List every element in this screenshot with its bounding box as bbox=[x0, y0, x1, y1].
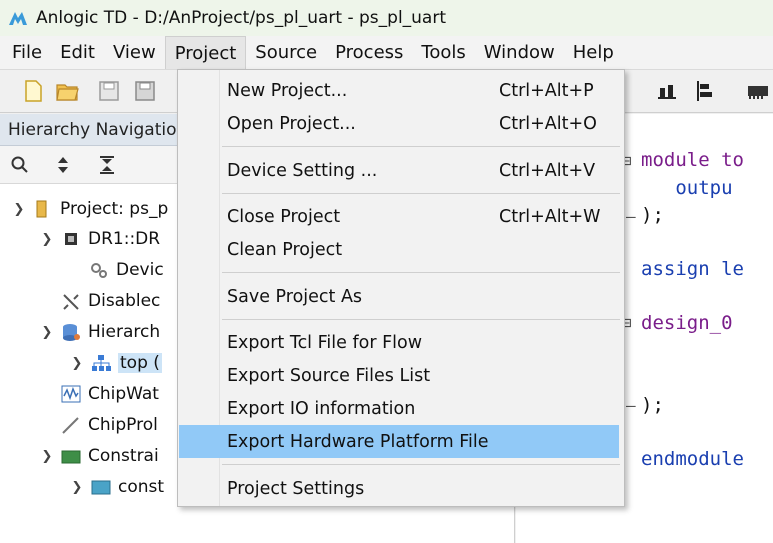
chevron-down-icon[interactable]: ❯ bbox=[40, 449, 54, 464]
chevron-down-icon[interactable]: ❯ bbox=[40, 325, 54, 340]
menu-help[interactable]: Help bbox=[564, 36, 623, 69]
code-line: assign le bbox=[641, 258, 744, 280]
code-line: ); bbox=[641, 204, 664, 226]
tree-item-chipprobe[interactable]: ChipProl bbox=[54, 410, 158, 440]
menu-item-export-hardware-platform[interactable]: Export Hardware Platform File bbox=[179, 425, 619, 458]
tree-item-constraint-file[interactable]: ❯ const bbox=[70, 472, 165, 502]
menu-item-export-io[interactable]: Export IO information bbox=[178, 392, 624, 425]
menu-project[interactable]: Project bbox=[164, 36, 247, 69]
code-line: endmodule bbox=[641, 448, 744, 470]
disabled-icon bbox=[63, 294, 79, 310]
menu-window[interactable]: Window bbox=[475, 36, 564, 69]
menu-separator bbox=[222, 464, 620, 465]
align-left-icon[interactable] bbox=[692, 78, 718, 104]
title-bar: Anlogic TD - D:/AnProject/ps_pl_uart - p… bbox=[0, 0, 773, 36]
menu-item-new-project[interactable]: New Project... Ctrl+Alt+P bbox=[178, 74, 624, 107]
tree-item-device[interactable]: ❯ DR1::DR bbox=[40, 224, 161, 254]
fold-end-marker: – bbox=[626, 396, 636, 415]
save-icon[interactable] bbox=[96, 78, 122, 104]
menu-separator bbox=[222, 146, 620, 147]
app-logo-icon bbox=[9, 12, 27, 25]
menu-bar: File Edit View Project Source Process To… bbox=[0, 36, 773, 69]
tree-item-hierarchy[interactable]: ❯ Hierarch bbox=[40, 317, 161, 347]
tree-item-chipwatcher[interactable]: ChipWat bbox=[54, 379, 159, 409]
menu-tools[interactable]: Tools bbox=[412, 36, 474, 69]
chip-icon bbox=[65, 233, 77, 245]
menu-file[interactable]: File bbox=[0, 36, 51, 69]
code-line: module to bbox=[641, 149, 744, 171]
menu-item-save-project-as[interactable]: Save Project As bbox=[178, 280, 624, 313]
chevron-down-icon[interactable]: ❯ bbox=[12, 202, 26, 217]
menu-item-export-source-files[interactable]: Export Source Files List bbox=[178, 359, 624, 392]
menu-item-device-setting[interactable]: Device Setting ... Ctrl+Alt+V bbox=[178, 154, 624, 187]
code-line: outpu bbox=[641, 177, 733, 199]
folder-icon bbox=[91, 480, 111, 495]
menu-edit[interactable]: Edit bbox=[51, 36, 104, 69]
menu-separator bbox=[222, 272, 620, 273]
collapse-all-icon[interactable] bbox=[97, 155, 117, 175]
chevron-right-icon[interactable]: ❯ bbox=[70, 480, 84, 495]
constraints-folder-icon bbox=[61, 450, 81, 464]
chevron-right-icon[interactable]: ❯ bbox=[70, 356, 84, 371]
menu-item-export-tcl[interactable]: Export Tcl File for Flow bbox=[178, 326, 624, 359]
menu-separator bbox=[222, 193, 620, 194]
app-window: Anlogic TD - D:/AnProject/ps_pl_uart - p… bbox=[0, 0, 773, 543]
tree-item-constraints[interactable]: ❯ Constrai bbox=[40, 441, 159, 471]
chevron-down-icon[interactable]: ❯ bbox=[40, 232, 54, 247]
fold-end-marker: – bbox=[626, 207, 636, 226]
open-folder-icon[interactable] bbox=[54, 78, 80, 104]
tree-item-device-setting[interactable]: Devic bbox=[82, 255, 164, 285]
expand-collapse-icon[interactable] bbox=[53, 155, 73, 175]
search-icon[interactable] bbox=[10, 155, 30, 175]
save-all-icon[interactable] bbox=[132, 78, 158, 104]
tree-item-project[interactable]: ❯ Project: ps_p bbox=[12, 194, 169, 224]
menu-view[interactable]: View bbox=[104, 36, 165, 69]
tree-item-top[interactable]: ❯ top ( bbox=[70, 348, 162, 378]
menu-item-project-settings[interactable]: Project Settings bbox=[178, 472, 624, 505]
settings-gear-icon bbox=[91, 263, 107, 278]
menu-item-clean-project[interactable]: Clean Project bbox=[178, 233, 624, 266]
menu-separator bbox=[222, 319, 620, 320]
probe-icon bbox=[62, 417, 79, 434]
code-line: design_0 bbox=[641, 312, 744, 334]
project-folder-icon bbox=[36, 200, 47, 218]
menu-item-open-project[interactable]: Open Project... Ctrl+Alt+O bbox=[178, 107, 624, 140]
window-title: Anlogic TD - D:/AnProject/ps_pl_uart - p… bbox=[36, 8, 447, 28]
menu-item-close-project[interactable]: Close Project Ctrl+Alt+W bbox=[178, 200, 624, 233]
code-line: ); bbox=[641, 394, 664, 416]
project-menu-dropdown: New Project... Ctrl+Alt+P Open Project..… bbox=[177, 69, 625, 507]
tree-item-disabled[interactable]: Disablec bbox=[54, 286, 160, 316]
chip-icon[interactable] bbox=[744, 78, 770, 104]
hierarchy-icon bbox=[92, 355, 111, 371]
menu-source[interactable]: Source bbox=[246, 36, 326, 69]
menu-process[interactable]: Process bbox=[326, 36, 412, 69]
waveform-icon bbox=[61, 385, 81, 403]
database-icon bbox=[63, 324, 80, 341]
new-file-icon[interactable] bbox=[20, 78, 46, 104]
align-bottom-icon[interactable] bbox=[655, 78, 681, 104]
